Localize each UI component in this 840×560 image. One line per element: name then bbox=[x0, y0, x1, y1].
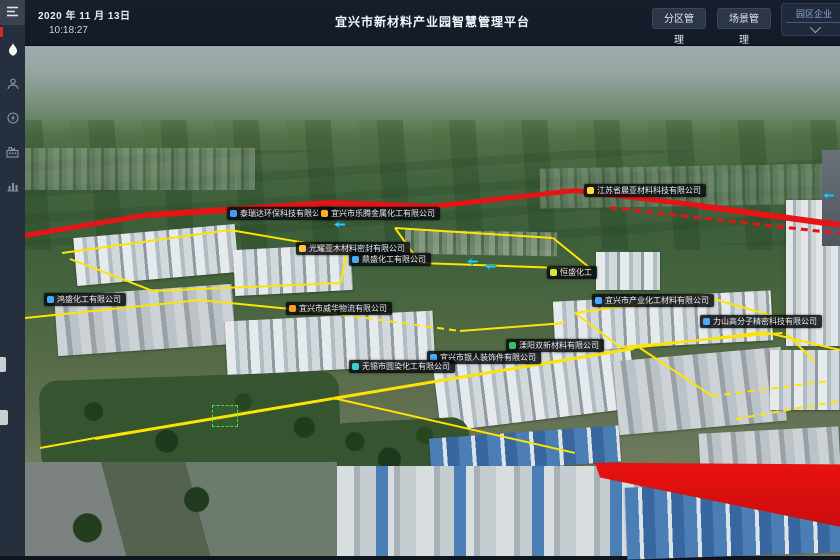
company-label-text: 力山高分子精密科技有限公司 bbox=[713, 317, 817, 326]
company-label-text: 宜兴市乐腾金属化工有限公司 bbox=[331, 209, 435, 218]
map-company-label[interactable]: 鸿盛化工有限公司 bbox=[44, 293, 126, 306]
zone-management-button[interactable]: 分区管理 bbox=[652, 8, 706, 29]
top-header-bar: 2020 年 11 月 13日 10:18:27 宜兴市新材料产业园智慧管理平台… bbox=[25, 0, 840, 46]
toolbar-item-enterprise[interactable] bbox=[0, 139, 25, 165]
alert-indicator bbox=[0, 27, 3, 37]
menu-toggle-button[interactable] bbox=[0, 0, 25, 25]
map-company-label[interactable]: 宜兴市产业化工材料有限公司 bbox=[592, 294, 714, 307]
map-company-label[interactable]: 恒盛化工 bbox=[547, 266, 597, 279]
flame-icon bbox=[7, 43, 19, 57]
chevron-down-icon bbox=[810, 22, 821, 33]
bar-chart-icon bbox=[7, 180, 19, 192]
plane-marker-icon[interactable] bbox=[466, 253, 479, 262]
company-marker-icon bbox=[587, 187, 594, 194]
company-label-text: 江苏省晨亚材料科技有限公司 bbox=[597, 186, 701, 195]
company-marker-icon bbox=[299, 245, 306, 252]
company-label-text: 泰瑞达环保科技有限公司 bbox=[240, 209, 328, 218]
company-marker-icon bbox=[352, 363, 359, 370]
company-marker-icon bbox=[352, 256, 359, 263]
company-label-text: 宜兴市威华物流有限公司 bbox=[299, 304, 387, 313]
company-label-text: 恒盛化工 bbox=[560, 268, 592, 277]
park-enterprise-dropdown[interactable]: 园区企业 bbox=[781, 3, 840, 36]
company-label-text: 溧阳双新材料有限公司 bbox=[519, 341, 599, 350]
toolbar-item-fire[interactable] bbox=[0, 37, 25, 63]
map-farmland-texture bbox=[25, 150, 840, 245]
company-label-text: 鼎盛化工有限公司 bbox=[362, 255, 426, 264]
company-marker-icon bbox=[289, 305, 296, 312]
clipped-map-label bbox=[0, 410, 8, 425]
map-company-label[interactable]: 无锡市圆染化工有限公司 bbox=[349, 360, 455, 373]
clipped-map-label bbox=[0, 357, 6, 372]
plane-marker-icon[interactable] bbox=[822, 187, 835, 196]
park-enterprise-dropdown-label: 园区企业 bbox=[786, 4, 840, 23]
power-icon bbox=[7, 112, 19, 124]
company-marker-icon bbox=[550, 269, 557, 276]
company-label-text: 无锡市圆染化工有限公司 bbox=[362, 362, 450, 371]
company-marker-icon bbox=[230, 210, 237, 217]
company-label-text: 宜兴市产业化工材料有限公司 bbox=[605, 296, 709, 305]
company-label-text: 鸿盛化工有限公司 bbox=[57, 295, 121, 304]
toolbar-item-energy[interactable] bbox=[0, 105, 25, 131]
company-marker-icon bbox=[595, 297, 602, 304]
map-company-label[interactable]: 鼎盛化工有限公司 bbox=[349, 253, 431, 266]
map-company-label[interactable]: 江苏省晨亚材料科技有限公司 bbox=[584, 184, 706, 197]
plane-marker-icon[interactable] bbox=[484, 258, 497, 267]
company-marker-icon bbox=[321, 210, 328, 217]
user-icon bbox=[7, 78, 19, 90]
left-toolbar bbox=[0, 0, 25, 556]
map-company-label[interactable]: 力山高分子精密科技有限公司 bbox=[700, 315, 822, 328]
scene-management-button[interactable]: 场景管理 bbox=[717, 8, 771, 29]
map-company-label[interactable]: 宜兴市威华物流有限公司 bbox=[286, 302, 392, 315]
hamburger-menu-icon bbox=[6, 4, 19, 22]
company-marker-icon bbox=[703, 318, 710, 325]
company-marker-icon bbox=[47, 296, 54, 303]
factory-icon bbox=[6, 146, 19, 158]
map-company-label[interactable]: 宜兴市乐腾金属化工有限公司 bbox=[318, 207, 440, 220]
company-label-text: 光耀亚木材料密封有限公司 bbox=[309, 244, 405, 253]
company-marker-icon bbox=[509, 342, 516, 349]
toolbar-item-statistics[interactable] bbox=[0, 173, 25, 199]
toolbar-item-personnel[interactable] bbox=[0, 71, 25, 97]
